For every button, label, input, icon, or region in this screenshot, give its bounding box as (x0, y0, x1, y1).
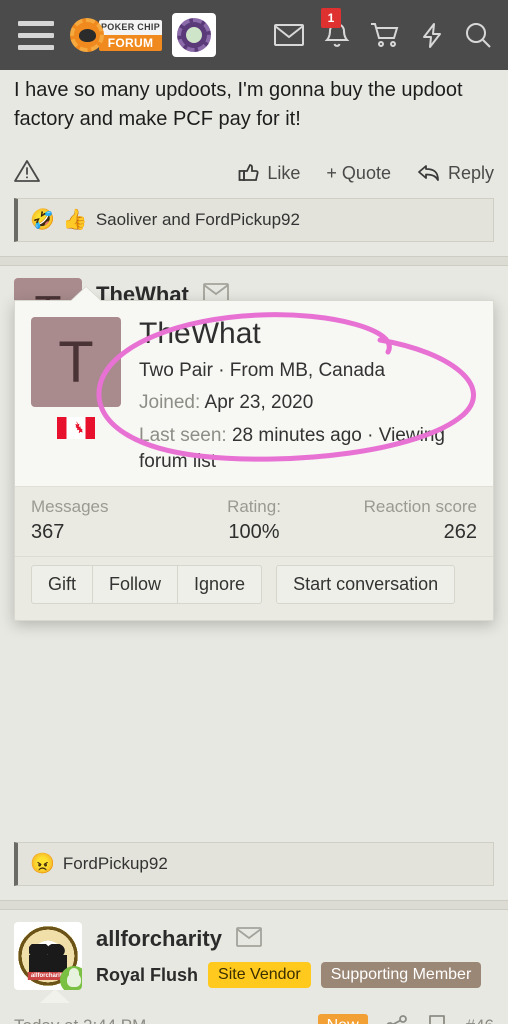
start-conversation-icon[interactable] (236, 926, 263, 952)
reactions-bar[interactable]: 😠 FordPickup92 (14, 842, 494, 886)
stat-messages: Messages 367 (31, 497, 180, 544)
follow-button[interactable]: Follow (93, 565, 179, 605)
share-icon[interactable] (386, 1015, 408, 1024)
inbox-icon[interactable] (274, 23, 304, 47)
logo-line1: POKER CHIP (99, 19, 162, 35)
post-message: I have so many updoots, I'm gonna buy th… (14, 79, 463, 130)
hover-card-joined-value: Apr 23, 2020 (204, 392, 314, 414)
user-avatar-nav[interactable] (172, 13, 216, 57)
reply-button[interactable]: Reply (417, 162, 494, 184)
post-3: allforcharity allforcharity Royal Flush … (0, 910, 508, 1024)
hover-card-stats: Messages 367 Rating: 100% Reaction score… (15, 486, 493, 557)
post-author-link[interactable]: allforcharity (96, 926, 222, 952)
stat-label: Rating: (227, 497, 281, 517)
stat-label: Reaction score (363, 497, 478, 517)
start-conversation-button[interactable]: Start conversation (276, 565, 456, 605)
post-author-title: Royal Flush (96, 964, 199, 985)
post-caret (40, 989, 70, 1003)
stat-value: 262 (443, 521, 478, 544)
stat-value: 367 (31, 521, 65, 544)
report-icon[interactable] (14, 159, 40, 188)
search-icon[interactable] (464, 21, 492, 49)
badge-supporting-member: Supporting Member (320, 962, 482, 988)
online-status-icon (60, 966, 82, 990)
logo-line2: FORUM (99, 34, 162, 51)
stat-rating: Rating: 100% (180, 497, 329, 544)
reactions-bar[interactable]: 🤣 👍 Saoliver and FordPickup92 (14, 198, 494, 242)
cart-icon[interactable] (370, 22, 400, 48)
quote-label: + Quote (326, 162, 391, 183)
hover-card-username[interactable]: TheWhat (139, 317, 477, 351)
avatar-chip-icon (177, 18, 211, 52)
screen: POKER CHIP FORUM 1 I have so many updoot… (0, 0, 508, 1024)
reactions-text: Saoliver and FordPickup92 (95, 210, 300, 229)
post-header: allforcharity allforcharity Royal Flush … (0, 910, 508, 1003)
alerts-badge: 1 (321, 7, 341, 28)
member-hover-card: T TheWhat Two Pair · From MB, Canada Joi… (14, 287, 494, 622)
hover-card-avatar[interactable]: T (31, 317, 121, 407)
badge-site-vendor: Site Vendor (208, 962, 311, 988)
reply-label: Reply (447, 162, 494, 183)
nav-icon-group: 1 (274, 7, 496, 49)
hover-card-lastseen-label: Last seen: (139, 424, 227, 446)
post-separator (0, 256, 508, 266)
post-timestamp[interactable]: Today at 2:44 PM (14, 1016, 146, 1024)
poker-chip-icon (70, 18, 104, 52)
stat-value: 100% (228, 521, 280, 544)
angry-emoji-icon: 😠 (30, 853, 55, 875)
hover-card-actions: Gift Follow Ignore Start conversation (15, 556, 493, 621)
site-logo[interactable]: POKER CHIP FORUM (70, 18, 162, 52)
avatar[interactable]: allforcharity (14, 922, 82, 990)
post-separator (0, 900, 508, 910)
stat-label: Messages (31, 497, 109, 517)
quote-button[interactable]: + Quote (326, 163, 391, 184)
reactions-text: FordPickup92 (62, 854, 168, 873)
whats-new-icon[interactable] (420, 22, 444, 49)
rofl-emoji-icon: 🤣 (30, 209, 55, 231)
new-badge: New (317, 1014, 368, 1024)
hover-card-arrow (71, 287, 101, 301)
gift-button[interactable]: Gift (31, 565, 94, 605)
bookmark-icon[interactable] (428, 1015, 446, 1024)
canada-flag-icon (31, 417, 121, 439)
like-label: Like (267, 162, 301, 183)
hover-card-title-location: Two Pair · From MB, Canada (139, 359, 386, 381)
post-1: I have so many updoots, I'm gonna buy th… (0, 70, 508, 242)
thumbsup-emoji-icon: 👍 (62, 209, 88, 231)
alerts-icon[interactable]: 1 (321, 7, 350, 49)
post-actions: Like + Quote Reply (14, 148, 494, 198)
hover-card-joined-label: Joined: (139, 392, 201, 414)
top-navbar: POKER CHIP FORUM 1 (0, 0, 508, 70)
post-meta: Today at 2:44 PM New #46 (14, 1014, 494, 1024)
post-number[interactable]: #46 (466, 1016, 494, 1024)
ignore-button[interactable]: Ignore (178, 565, 263, 605)
stat-reaction-score: Reaction score 262 (328, 497, 477, 544)
like-button[interactable]: Like (238, 162, 300, 184)
hamburger-icon[interactable] (12, 13, 60, 57)
